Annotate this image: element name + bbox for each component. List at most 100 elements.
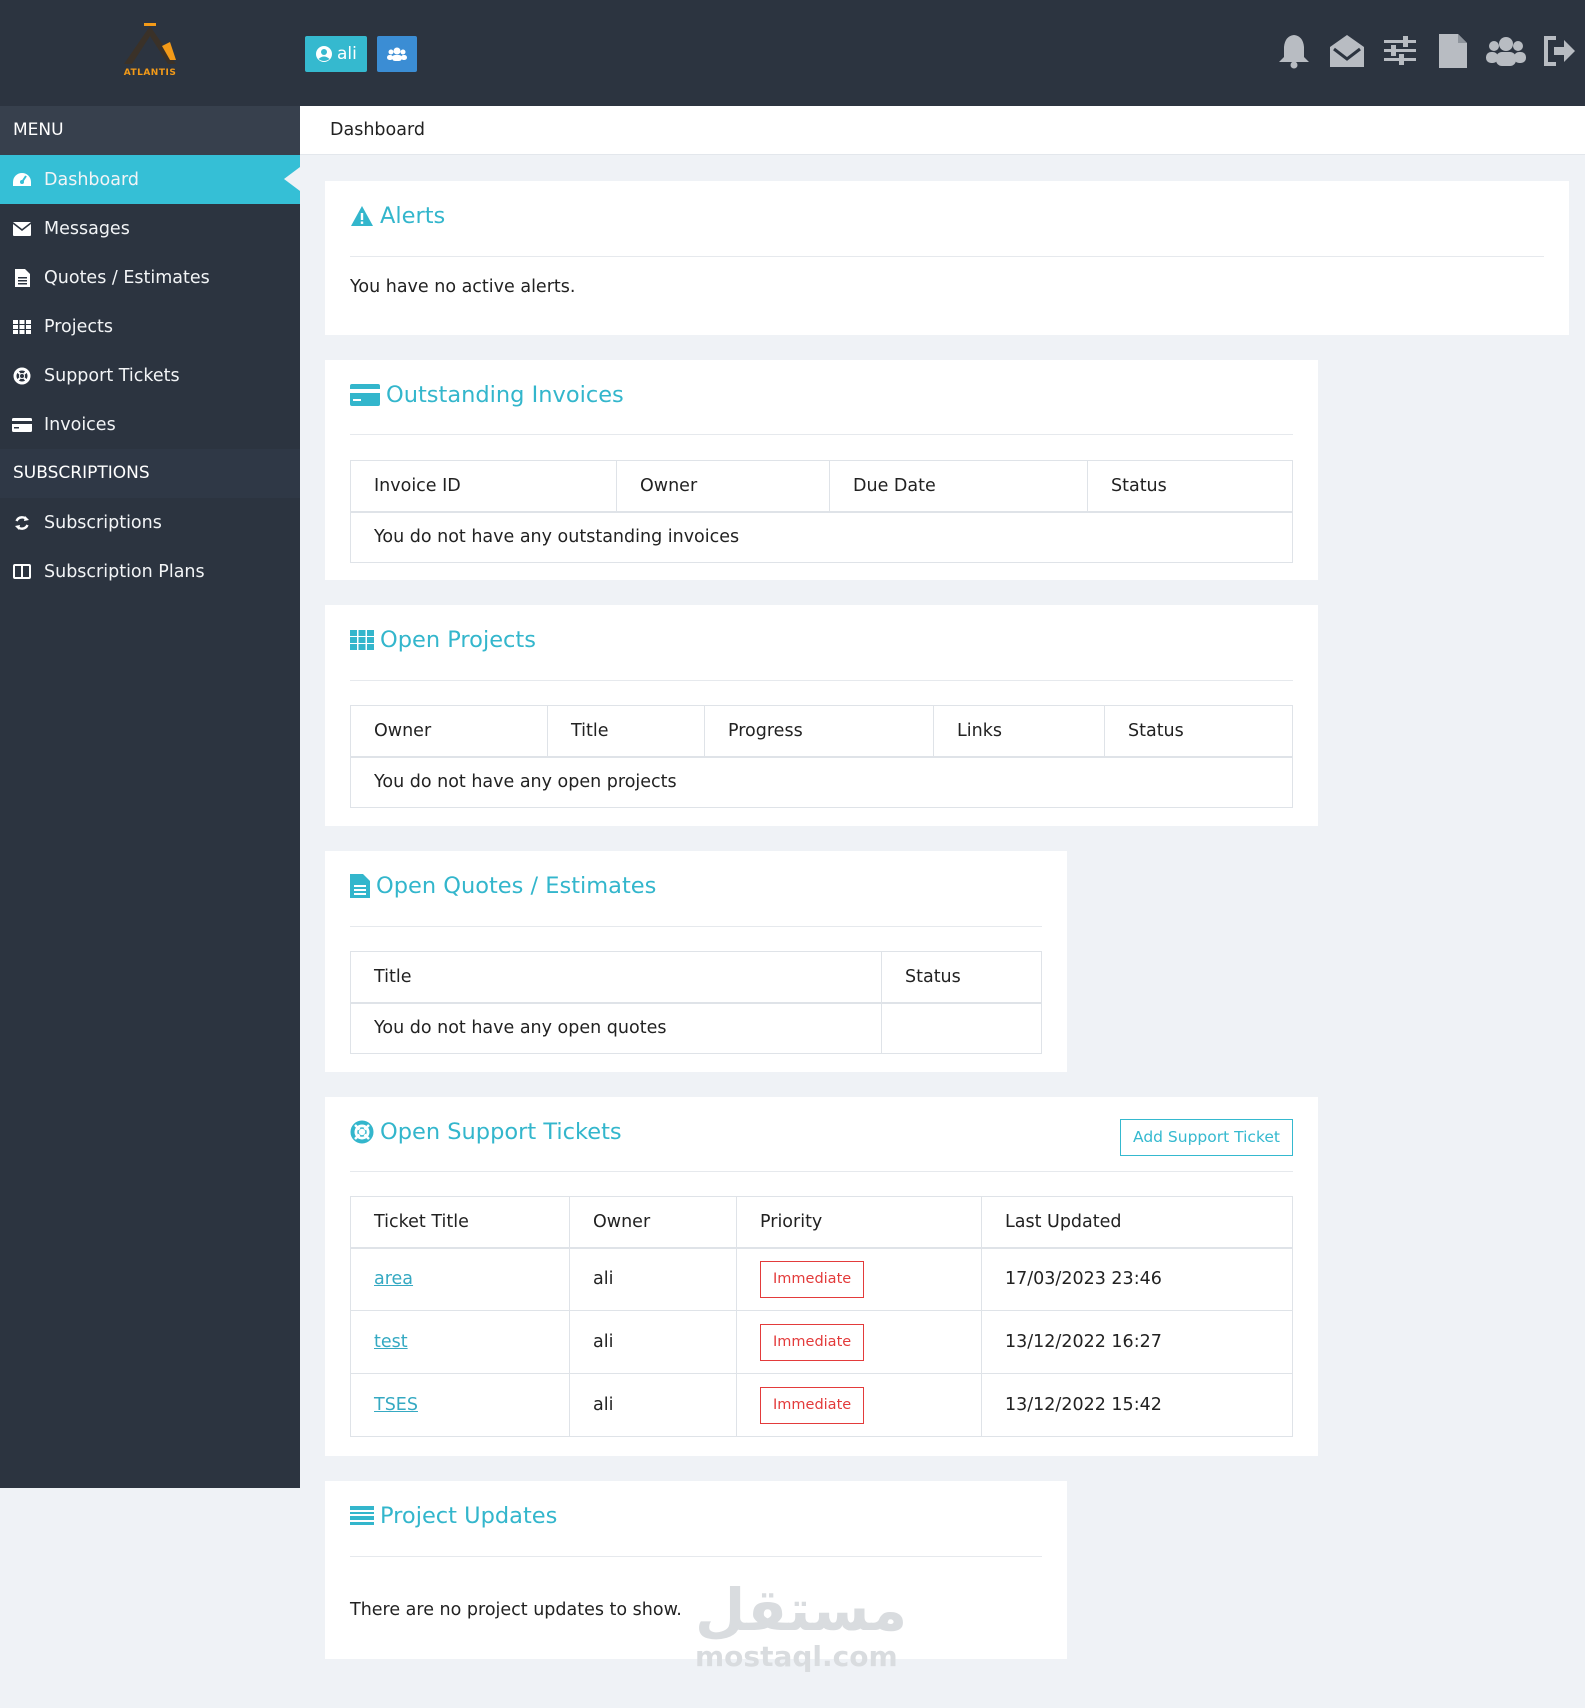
credit-card-icon: [350, 384, 380, 406]
header-actions: [1267, 28, 1585, 74]
bell-icon[interactable]: [1267, 28, 1320, 74]
column-header[interactable]: Status: [1087, 460, 1293, 513]
ticket-link[interactable]: test: [374, 1332, 408, 1352]
subscriptions-heading: SUBSCRIPTIONS: [0, 449, 300, 498]
table-row[interactable]: test ali Immediate 13/12/2022 16:27: [350, 1310, 1293, 1374]
menu-heading: MENU: [0, 106, 300, 155]
users-icon: [387, 47, 407, 61]
column-header[interactable]: Title: [350, 951, 882, 1004]
sidebar-item-support-tickets[interactable]: Support Tickets: [0, 351, 300, 400]
updates-title: Project Updates: [350, 1503, 557, 1529]
column-header[interactable]: Links: [933, 705, 1105, 758]
sidebar: MENU Dashboard Messages Quotes / Estimat…: [0, 106, 300, 1488]
divider: [350, 1171, 1293, 1172]
invoices-panel: Outstanding Invoices Invoice ID Owner Du…: [325, 360, 1318, 580]
file-text-icon: [12, 268, 32, 288]
sidebar-item-label: Invoices: [44, 414, 116, 435]
empty-message: You do not have any open quotes: [350, 1002, 882, 1054]
grid-icon: [12, 317, 32, 337]
ticket-updated: 13/12/2022 15:42: [981, 1373, 1293, 1437]
projects-panel: Open Projects Owner Title Progress Links…: [325, 605, 1318, 826]
sidebar-item-label: Subscription Plans: [44, 561, 205, 582]
column-header[interactable]: Owner: [569, 1196, 737, 1249]
priority-badge: Immediate: [760, 1386, 865, 1424]
envelope-open-icon[interactable]: [1320, 28, 1373, 74]
column-header[interactable]: Invoice ID: [350, 460, 617, 513]
column-header[interactable]: Last Updated: [981, 1196, 1293, 1249]
priority-badge: Immediate: [760, 1323, 865, 1361]
updates-empty-text: There are no project updates to show.: [350, 1600, 682, 1620]
ticket-owner: ali: [569, 1247, 737, 1311]
sidebar-item-label: Subscriptions: [44, 512, 162, 533]
columns-icon: [12, 562, 32, 582]
ticket-priority-cell: Immediate: [736, 1310, 982, 1374]
logo-text: ATLANTIS: [123, 68, 177, 78]
sidebar-item-messages[interactable]: Messages: [0, 204, 300, 253]
table-row: You do not have any open projects: [350, 756, 1293, 808]
sidebar-item-label: Projects: [44, 316, 113, 337]
column-header[interactable]: Progress: [704, 705, 934, 758]
envelope-icon: [12, 219, 32, 239]
sidebar-item-label: Quotes / Estimates: [44, 267, 210, 288]
empty-message: You do not have any open projects: [350, 756, 1293, 808]
column-header[interactable]: Status: [1104, 705, 1293, 758]
column-header[interactable]: Owner: [350, 705, 548, 758]
divider: [350, 1556, 1042, 1557]
quotes-title-text: Open Quotes / Estimates: [376, 873, 657, 899]
breadcrumb: Dashboard: [300, 106, 1585, 155]
sidebar-item-invoices[interactable]: Invoices: [0, 400, 300, 449]
ticket-owner: ali: [569, 1373, 737, 1437]
watermark-latin: mostaql.com: [695, 1640, 898, 1673]
table-header-row: Title Status: [350, 951, 1042, 1004]
atlantis-logo[interactable]: ATLANTIS: [110, 18, 190, 84]
sidebar-item-quotes[interactable]: Quotes / Estimates: [0, 253, 300, 302]
divider: [350, 680, 1293, 681]
ticket-link[interactable]: TSES: [374, 1395, 418, 1415]
sidebar-item-projects[interactable]: Projects: [0, 302, 300, 351]
sidebar-item-label: Support Tickets: [44, 365, 180, 386]
quotes-title: Open Quotes / Estimates: [350, 873, 656, 899]
table-row: You do not have any open quotes: [350, 1002, 1042, 1054]
sign-out-icon[interactable]: [1532, 28, 1585, 74]
table-row[interactable]: TSES ali Immediate 13/12/2022 15:42: [350, 1373, 1293, 1437]
ticket-updated: 13/12/2022 16:27: [981, 1310, 1293, 1374]
projects-title-text: Open Projects: [380, 627, 536, 653]
divider: [350, 256, 1544, 257]
sidebar-item-subscriptions[interactable]: Subscriptions: [0, 498, 300, 547]
sliders-icon[interactable]: [1373, 28, 1426, 74]
users-group-icon[interactable]: [1479, 28, 1532, 74]
dashboard-icon: [12, 170, 32, 190]
alerts-panel: Alerts You have no active alerts.: [325, 181, 1569, 335]
empty-message: You do not have any outstanding invoices: [350, 511, 1293, 563]
ticket-title-cell: test: [350, 1310, 570, 1374]
sidebar-item-label: Dashboard: [44, 169, 139, 190]
column-header[interactable]: Due Date: [829, 460, 1088, 513]
column-header[interactable]: Ticket Title: [350, 1196, 570, 1249]
tickets-title: Open Support Tickets: [350, 1119, 622, 1145]
column-header[interactable]: Priority: [736, 1196, 982, 1249]
column-header[interactable]: Owner: [616, 460, 830, 513]
user-circle-icon: [316, 46, 332, 62]
breadcrumb-current: Dashboard: [330, 120, 425, 140]
ticket-link[interactable]: area: [374, 1269, 413, 1289]
top-bar: ATLANTIS ali: [0, 0, 1585, 106]
tickets-panel: Open Support Tickets Add Support Ticket …: [325, 1097, 1318, 1456]
projects-table: Owner Title Progress Links Status You do…: [350, 705, 1293, 808]
column-header[interactable]: Title: [547, 705, 705, 758]
sidebar-item-dashboard[interactable]: Dashboard: [0, 155, 300, 204]
updates-title-text: Project Updates: [380, 1503, 558, 1529]
alerts-empty-text: You have no active alerts.: [350, 277, 576, 297]
projects-title: Open Projects: [350, 627, 536, 653]
user-profile-button[interactable]: ali: [305, 36, 367, 72]
priority-badge: Immediate: [760, 1260, 865, 1298]
table-row[interactable]: area ali Immediate 17/03/2023 23:46: [350, 1247, 1293, 1311]
table-row: You do not have any outstanding invoices: [350, 511, 1293, 563]
file-icon[interactable]: [1426, 28, 1479, 74]
add-support-ticket-button[interactable]: Add Support Ticket: [1120, 1119, 1293, 1156]
sidebar-item-subscription-plans[interactable]: Subscription Plans: [0, 547, 300, 596]
team-button[interactable]: [377, 36, 417, 72]
tickets-title-text: Open Support Tickets: [380, 1119, 622, 1145]
divider: [350, 434, 1293, 435]
table-header-row: Owner Title Progress Links Status: [350, 705, 1293, 758]
column-header[interactable]: Status: [881, 951, 1042, 1004]
